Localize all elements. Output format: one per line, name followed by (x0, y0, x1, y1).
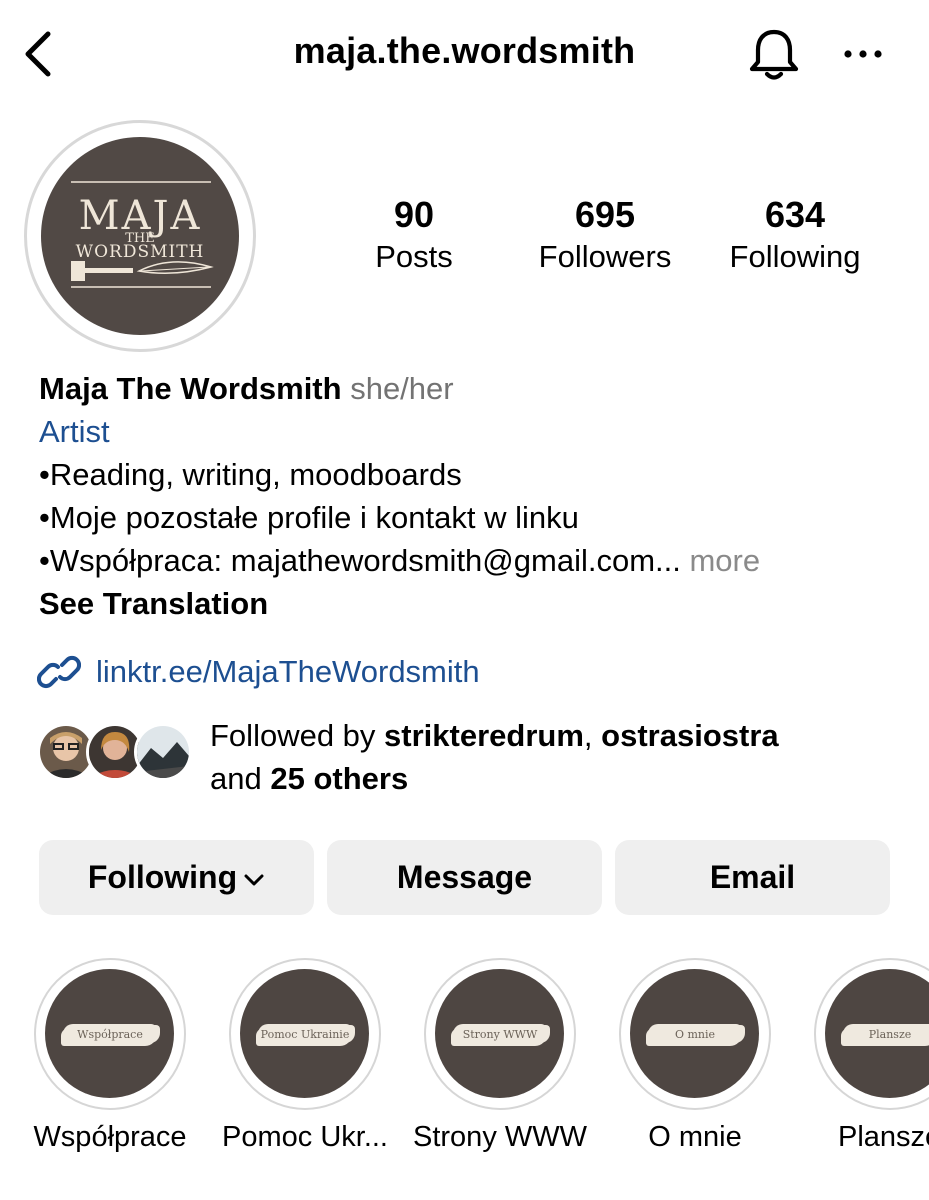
stat-followers-value: 695 (574, 194, 636, 235)
profile-name-line: Maja The Wordsmith she/her (39, 369, 454, 409)
message-button[interactable]: Message (327, 840, 602, 915)
bio-link-text[interactable]: linktr.ee/MajaTheWordsmith (96, 650, 480, 694)
logo-wordsmith: WORDSMITH (76, 242, 205, 262)
bio-line-3-text: •Współpraca: majathewordsmith@gmail.com.… (39, 543, 681, 578)
email-button[interactable]: Email (615, 840, 890, 915)
stat-following-label: Following (729, 239, 861, 274)
followed-by-and: and (210, 761, 262, 796)
bio-line-3: •Współpraca: majathewordsmith@gmail.com.… (39, 541, 760, 581)
highlight-wspolprace[interactable]: Współprace (34, 958, 186, 1110)
highlight-label-pomoc-ukrainie[interactable]: Pomoc Ukr... (210, 1118, 400, 1156)
followed-by-prefix: Followed by (210, 718, 376, 753)
highlight-label-o-mnie[interactable]: O mnie (600, 1118, 790, 1156)
more-link[interactable]: more (689, 543, 760, 578)
highlight-cover-text: Współprace (77, 1028, 143, 1041)
followed-by-text[interactable]: Followed by strikteredrum, ostrasiostra … (210, 714, 779, 800)
stat-posts-value: 90 (393, 194, 435, 235)
stat-followers-label: Followers (538, 239, 672, 274)
bio-line-2: •Moje pozostałe profile i kontakt w link… (39, 500, 579, 535)
highlight-label-wspolprace[interactable]: Współprace (15, 1118, 205, 1156)
followed-by-user-1[interactable]: strikteredrum (384, 718, 584, 753)
profile-pronouns: she/her (350, 371, 454, 406)
ellipsis-icon[interactable] (840, 34, 886, 74)
highlight-cover-text: Pomoc Ukrainie (260, 1028, 350, 1041)
stat-posts-label: Posts (375, 239, 453, 274)
profile-category: Artist (39, 414, 110, 449)
profile-name: Maja The Wordsmith (39, 371, 342, 406)
highlight-cover-text: Plansze (868, 1028, 912, 1041)
see-translation-link[interactable]: See Translation (39, 584, 268, 624)
followed-by-separator: , (583, 718, 593, 753)
highlight-plansze[interactable]: Plansze (814, 958, 929, 1110)
stat-followers[interactable]: 695 Followers (525, 195, 685, 279)
highlight-cover: Strony WWW (435, 969, 564, 1098)
stat-following[interactable]: 634 Following (715, 195, 875, 279)
chevron-down-icon (244, 874, 264, 886)
followed-by-user-2[interactable]: ostrasiostra (601, 718, 778, 753)
highlight-pomoc-ukrainie[interactable]: Pomoc Ukrainie (229, 958, 381, 1110)
highlight-o-mnie[interactable]: O mnie (619, 958, 771, 1110)
avatar-logo: MAJA THE WORDSMITH (71, 181, 214, 288)
follower-avatar-3[interactable] (134, 723, 192, 781)
link-icon (37, 655, 81, 689)
followed-by-others[interactable]: 25 others (270, 761, 408, 796)
bell-icon[interactable] (744, 24, 804, 84)
avatar[interactable]: MAJA THE WORDSMITH (41, 137, 239, 335)
highlight-label-plansze[interactable]: Plansze (838, 1118, 929, 1156)
stat-following-value: 634 (764, 194, 826, 235)
stat-posts[interactable]: 90 Posts (334, 195, 494, 279)
highlight-cover: O mnie (630, 969, 759, 1098)
highlight-label-strony-www[interactable]: Strony WWW (405, 1118, 595, 1156)
following-button-label: Following (87, 859, 238, 895)
highlight-cover-text: O mnie (674, 1028, 716, 1041)
following-button[interactable]: Following (39, 840, 314, 915)
highlight-cover: Plansze (825, 969, 929, 1098)
highlight-cover-text: Strony WWW (462, 1028, 538, 1041)
bio-line-1: •Reading, writing, moodboards (39, 457, 462, 492)
highlight-cover: Współprace (45, 969, 174, 1098)
highlight-cover: Pomoc Ukrainie (240, 969, 369, 1098)
highlight-strony-www[interactable]: Strony WWW (424, 958, 576, 1110)
